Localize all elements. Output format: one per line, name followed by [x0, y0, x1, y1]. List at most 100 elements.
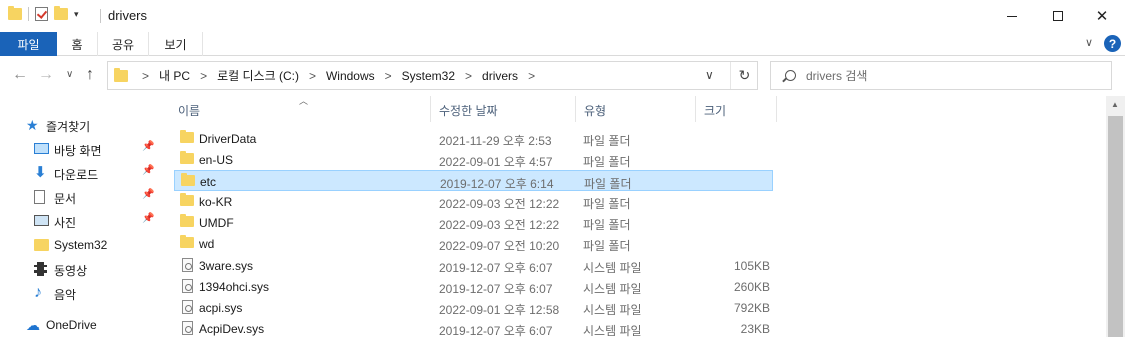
breadcrumb-windows[interactable]: Windows — [324, 69, 377, 83]
address-bar[interactable]: > 내 PC > 로컬 디스크 (C:) > Windows > System3… — [107, 61, 758, 90]
nav-label: 동영상 — [54, 264, 88, 278]
divider — [100, 9, 101, 23]
column-divider[interactable] — [776, 96, 777, 122]
nav-item-documents[interactable]: 문서 📌 — [0, 185, 160, 209]
file-row[interactable]: acpi.sys 2022-09-01 오후 12:58 시스템 파일 792K… — [174, 297, 773, 318]
download-icon: ⬇ — [34, 164, 47, 181]
window-title: drivers — [108, 8, 148, 23]
nav-item-downloads[interactable]: ⬇ 다운로드 📌 — [0, 161, 160, 185]
search-input[interactable]: drivers 검색 — [770, 61, 1112, 90]
file-row[interactable]: UMDF 2022-09-03 오전 12:22 파일 폴더 — [174, 212, 773, 233]
folder-icon — [180, 235, 194, 248]
file-row[interactable]: AcpiDev.sys 2019-12-07 오후 6:07 시스템 파일 23… — [174, 318, 773, 339]
file-row[interactable]: wd 2022-09-07 오전 10:20 파일 폴더 — [174, 233, 773, 254]
file-name: AcpiDev.sys — [199, 322, 265, 336]
nav-item-pictures[interactable]: 사진 📌 — [0, 209, 160, 233]
up-arrow-icon[interactable]: ↑ — [86, 66, 94, 84]
tab-home[interactable]: 홈 — [57, 32, 97, 56]
scrollbar-thumb[interactable] — [1108, 116, 1123, 337]
file-type: 파일 폴더 — [583, 239, 631, 253]
file-size: 792KB — [733, 301, 770, 315]
maximize-button[interactable] — [1035, 0, 1081, 32]
nav-item-music[interactable]: ♪ 음악 — [0, 281, 160, 305]
address-history-chevron-icon[interactable]: ∨ — [705, 68, 714, 82]
folder-icon — [180, 193, 194, 206]
file-row[interactable]: DriverData 2021-11-29 오후 2:53 파일 폴더 — [174, 128, 773, 149]
nav-onedrive[interactable]: ☁ OneDrive — [0, 313, 160, 337]
tab-file[interactable]: 파일 — [0, 32, 57, 56]
forward-arrow-icon[interactable]: → — [38, 66, 54, 84]
recent-locations-chevron-icon[interactable]: ∨ — [66, 69, 73, 80]
file-row[interactable]: ko-KR 2022-09-03 오전 12:22 파일 폴더 — [174, 191, 773, 212]
breadcrumb-separator-icon[interactable]: > — [134, 69, 157, 83]
folder-icon — [180, 130, 194, 143]
column-size[interactable]: 크기 — [704, 102, 726, 119]
customize-toolbar-chevron-icon[interactable]: ▾ — [74, 9, 79, 20]
file-type: 파일 폴더 — [583, 197, 631, 211]
file-date: 2022-09-01 오후 4:57 — [439, 155, 553, 169]
nav-item-system32[interactable]: System32 — [0, 233, 160, 257]
file-name: 3ware.sys — [199, 259, 254, 273]
column-divider[interactable] — [575, 96, 576, 122]
column-name[interactable]: 이름 — [178, 102, 200, 119]
nav-label: 즐겨찾기 — [46, 120, 91, 134]
file-date: 2022-09-03 오전 12:22 — [439, 218, 560, 232]
file-date: 2019-12-07 오후 6:07 — [439, 261, 553, 275]
expand-ribbon-chevron-icon[interactable]: ∨ — [1085, 36, 1093, 49]
scroll-up-arrow-icon[interactable]: ▲ — [1111, 100, 1119, 109]
vertical-scrollbar[interactable]: ▲ — [1106, 96, 1125, 337]
nav-item-videos[interactable]: 동영상 — [0, 257, 160, 281]
breadcrumb-local-disk[interactable]: 로컬 디스크 (C:) — [215, 67, 301, 84]
refresh-icon[interactable]: ↻ — [730, 62, 758, 89]
file-name: DriverData — [199, 132, 257, 146]
nav-label: 음악 — [54, 288, 77, 302]
system-file-icon — [182, 279, 193, 293]
file-row-selected[interactable]: etc 2019-12-07 오후 6:14 파일 폴더 — [174, 170, 773, 191]
file-row[interactable]: 1394ohci.sys 2019-12-07 오후 6:07 시스템 파일 2… — [174, 276, 773, 297]
breadcrumb-separator-icon[interactable]: > — [301, 69, 324, 83]
file-row[interactable]: en-US 2022-09-01 오후 4:57 파일 폴더 — [174, 149, 773, 170]
search-placeholder: drivers 검색 — [806, 69, 868, 83]
breadcrumb-separator-icon[interactable]: > — [377, 69, 400, 83]
breadcrumb-system32[interactable]: System32 — [400, 69, 457, 83]
properties-icon[interactable] — [35, 7, 48, 21]
ribbon-tabs: 파일 홈 공유 보기 ∨ ? — [0, 32, 1125, 56]
column-divider[interactable] — [695, 96, 696, 122]
back-arrow-icon[interactable]: ← — [12, 66, 28, 84]
music-icon: ♪ — [34, 284, 42, 301]
breadcrumb-separator-icon[interactable]: > — [457, 69, 480, 83]
close-icon: ✕ — [1095, 8, 1109, 25]
column-type[interactable]: 유형 — [584, 102, 606, 119]
pictures-icon — [34, 215, 49, 226]
folder-icon — [114, 67, 128, 82]
file-type: 시스템 파일 — [583, 324, 642, 338]
file-date: 2019-12-07 오후 6:07 — [439, 282, 553, 296]
cloud-icon: ☁ — [26, 317, 40, 333]
breadcrumb-drivers[interactable]: drivers — [480, 69, 520, 83]
nav-item-desktop[interactable]: 바탕 화면 📌 — [0, 137, 160, 161]
desktop-icon — [34, 143, 49, 154]
breadcrumb-separator-icon[interactable]: > — [520, 69, 543, 83]
pin-icon: 📌 — [142, 213, 155, 224]
file-row[interactable]: 3ware.sys 2019-12-07 오후 6:07 시스템 파일 105K… — [174, 255, 773, 276]
file-type: 시스템 파일 — [583, 282, 642, 296]
tab-share[interactable]: 공유 — [97, 32, 149, 56]
tab-view[interactable]: 보기 — [149, 32, 203, 56]
column-date[interactable]: 수정한 날짜 — [439, 102, 498, 119]
breadcrumb-this-pc[interactable]: 내 PC — [157, 67, 192, 84]
column-divider[interactable] — [430, 96, 431, 122]
help-icon[interactable]: ? — [1104, 35, 1121, 52]
nav-label: 바탕 화면 — [54, 144, 102, 158]
divider — [28, 7, 29, 21]
documents-icon — [34, 190, 45, 204]
new-folder-icon[interactable] — [54, 6, 68, 20]
sort-ascending-icon: ︿ — [299, 96, 309, 106]
nav-quick-access[interactable]: ★ 즐겨찾기 — [0, 113, 160, 137]
close-button[interactable]: ✕ — [1079, 0, 1125, 32]
navigation-pane: ★ 즐겨찾기 바탕 화면 📌 ⬇ 다운로드 📌 문서 📌 사진 📌 System… — [0, 96, 160, 337]
file-list: ︿ 이름 수정한 날짜 유형 크기 DriverData 2021-11-29 … — [160, 96, 1105, 339]
minimize-button[interactable] — [989, 0, 1035, 32]
pin-icon: 📌 — [142, 189, 155, 200]
file-name: etc — [200, 175, 217, 189]
breadcrumb-separator-icon[interactable]: > — [192, 69, 215, 83]
